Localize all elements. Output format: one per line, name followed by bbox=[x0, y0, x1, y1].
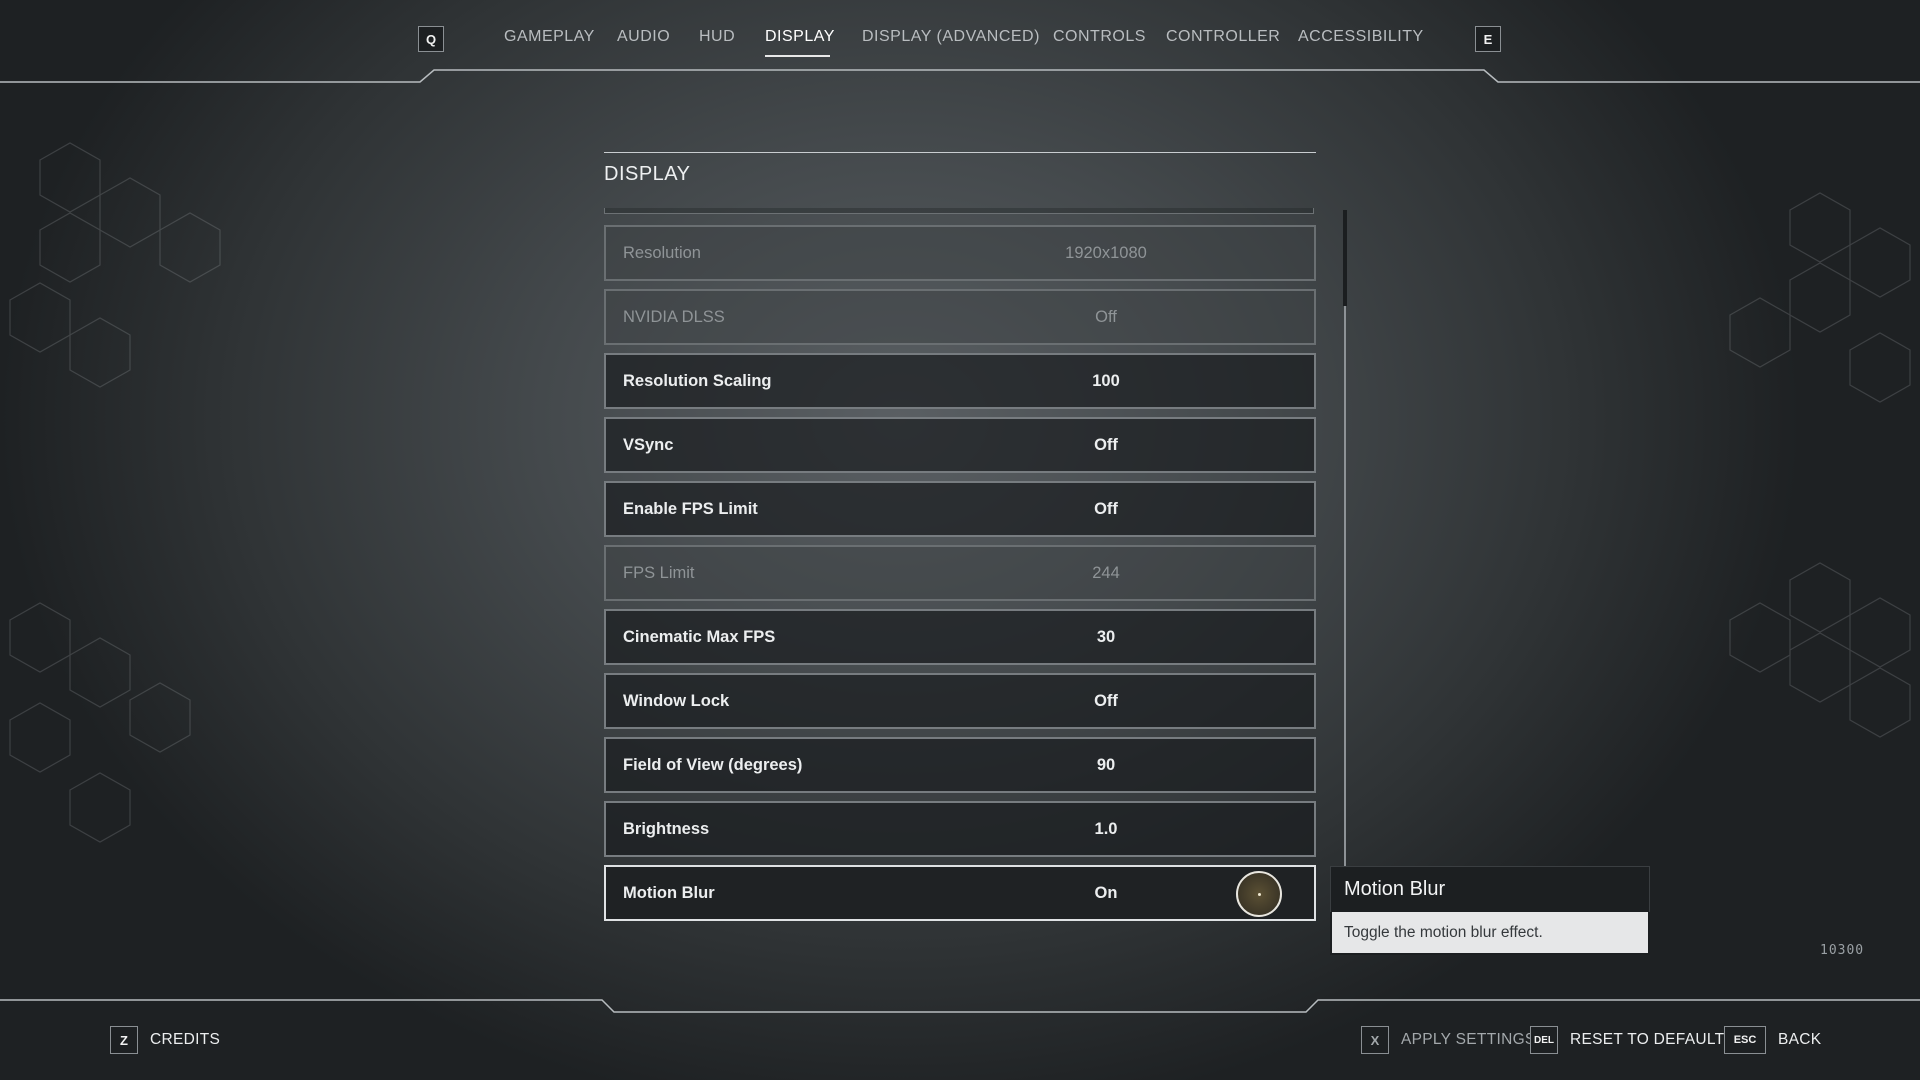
gamepad-cursor-icon bbox=[1236, 871, 1282, 917]
setting-value: 1.0 bbox=[1094, 820, 1118, 838]
setting-value: 90 bbox=[1096, 756, 1116, 774]
panel-title: DISPLAY bbox=[604, 163, 691, 185]
setting-label: Motion Blur bbox=[623, 884, 715, 902]
tab-display-advanced[interactable]: DISPLAY (ADVANCED) bbox=[862, 28, 1040, 46]
tab-audio[interactable]: AUDIO bbox=[617, 28, 670, 46]
setting-row-nvidia-dlss[interactable]: NVIDIA DLSS Off bbox=[604, 289, 1316, 345]
setting-label: Window Lock bbox=[623, 692, 730, 710]
setting-label: Resolution bbox=[623, 244, 701, 262]
setting-value: 1920x1080 bbox=[1065, 244, 1147, 262]
setting-row-fps-limit[interactable]: FPS Limit 244 bbox=[604, 545, 1316, 601]
prev-tab-key-q[interactable]: Q bbox=[418, 26, 444, 52]
reset-to-defaults-button[interactable]: DEL RESET TO DEFAULTS bbox=[1530, 1026, 1735, 1054]
setting-description-tooltip: Motion Blur Toggle the motion blur effec… bbox=[1330, 866, 1650, 955]
apply-settings-label: APPLY SETTINGS bbox=[1401, 1031, 1536, 1048]
key-x-icon: X bbox=[1361, 1026, 1389, 1054]
tab-display[interactable]: DISPLAY bbox=[765, 28, 835, 46]
build-number: 10300 bbox=[1820, 943, 1865, 958]
panel-title-divider bbox=[604, 152, 1316, 153]
setting-label: Brightness bbox=[623, 820, 710, 838]
tab-hud[interactable]: HUD bbox=[699, 28, 735, 46]
setting-value: Off bbox=[1094, 436, 1118, 454]
settings-scrollbar-thumb[interactable] bbox=[1343, 210, 1347, 306]
next-tab-key-e[interactable]: E bbox=[1475, 26, 1501, 52]
setting-row-field-of-view[interactable]: Field of View (degrees) 90 bbox=[604, 737, 1316, 793]
tab-controls[interactable]: CONTROLS bbox=[1053, 28, 1146, 46]
setting-row-resolution-scaling[interactable]: Resolution Scaling 100 bbox=[604, 353, 1316, 409]
active-tab-underline bbox=[765, 55, 830, 57]
tooltip-title: Motion Blur bbox=[1330, 866, 1650, 912]
tab-accessibility[interactable]: ACCESSIBILITY bbox=[1298, 28, 1424, 46]
tooltip-description: Toggle the motion blur effect. bbox=[1330, 912, 1650, 955]
setting-value: Off bbox=[1094, 692, 1118, 710]
settings-scrollbar-track[interactable] bbox=[1344, 210, 1346, 866]
setting-label: VSync bbox=[623, 436, 674, 454]
credits-label: CREDITS bbox=[150, 1031, 221, 1048]
setting-value: 100 bbox=[1092, 372, 1120, 390]
key-z-icon: Z bbox=[110, 1026, 138, 1054]
list-row-partial bbox=[604, 208, 1314, 214]
setting-value: Off bbox=[1095, 308, 1117, 326]
setting-label: Enable FPS Limit bbox=[623, 500, 758, 518]
settings-screen: Q GAMEPLAY AUDIO HUD DISPLAY DISPLAY (AD… bbox=[0, 0, 1920, 1080]
tab-controller[interactable]: CONTROLLER bbox=[1166, 28, 1280, 46]
setting-row-resolution[interactable]: Resolution 1920x1080 bbox=[604, 225, 1316, 281]
hex-pattern-decoration-left bbox=[9, 142, 221, 843]
setting-row-brightness[interactable]: Brightness 1.0 bbox=[604, 801, 1316, 857]
credits-button[interactable]: Z CREDITS bbox=[110, 1026, 220, 1054]
setting-value: Off bbox=[1094, 500, 1118, 518]
hex-pattern-decoration-right bbox=[1729, 192, 1911, 738]
setting-row-cinematic-max-fps[interactable]: Cinematic Max FPS 30 bbox=[604, 609, 1316, 665]
setting-row-enable-fps-limit[interactable]: Enable FPS Limit Off bbox=[604, 481, 1316, 537]
tab-gameplay[interactable]: GAMEPLAY bbox=[504, 28, 595, 46]
setting-value: On bbox=[1094, 884, 1118, 902]
setting-label: NVIDIA DLSS bbox=[623, 308, 725, 326]
setting-value: 30 bbox=[1096, 628, 1116, 646]
setting-label: Cinematic Max FPS bbox=[623, 628, 776, 646]
key-esc-icon: ESC bbox=[1724, 1026, 1766, 1054]
setting-value: 244 bbox=[1092, 564, 1120, 582]
setting-row-vsync[interactable]: VSync Off bbox=[604, 417, 1316, 473]
setting-label: Resolution Scaling bbox=[623, 372, 772, 390]
setting-label: Field of View (degrees) bbox=[623, 756, 803, 774]
key-del-icon: DEL bbox=[1530, 1026, 1558, 1054]
settings-tab-bar: Q GAMEPLAY AUDIO HUD DISPLAY DISPLAY (AD… bbox=[0, 0, 1920, 85]
setting-label: FPS Limit bbox=[623, 564, 695, 582]
cursor-dot bbox=[1258, 893, 1261, 896]
setting-row-motion-blur[interactable]: Motion Blur On bbox=[604, 865, 1316, 921]
setting-row-window-lock[interactable]: Window Lock Off bbox=[604, 673, 1316, 729]
bottom-frame-decoration bbox=[0, 999, 1920, 1013]
back-button[interactable]: ESC BACK bbox=[1724, 1026, 1821, 1054]
reset-to-defaults-label: RESET TO DEFAULTS bbox=[1570, 1031, 1736, 1048]
apply-settings-button[interactable]: X APPLY SETTINGS bbox=[1361, 1026, 1536, 1054]
back-label: BACK bbox=[1778, 1031, 1822, 1048]
